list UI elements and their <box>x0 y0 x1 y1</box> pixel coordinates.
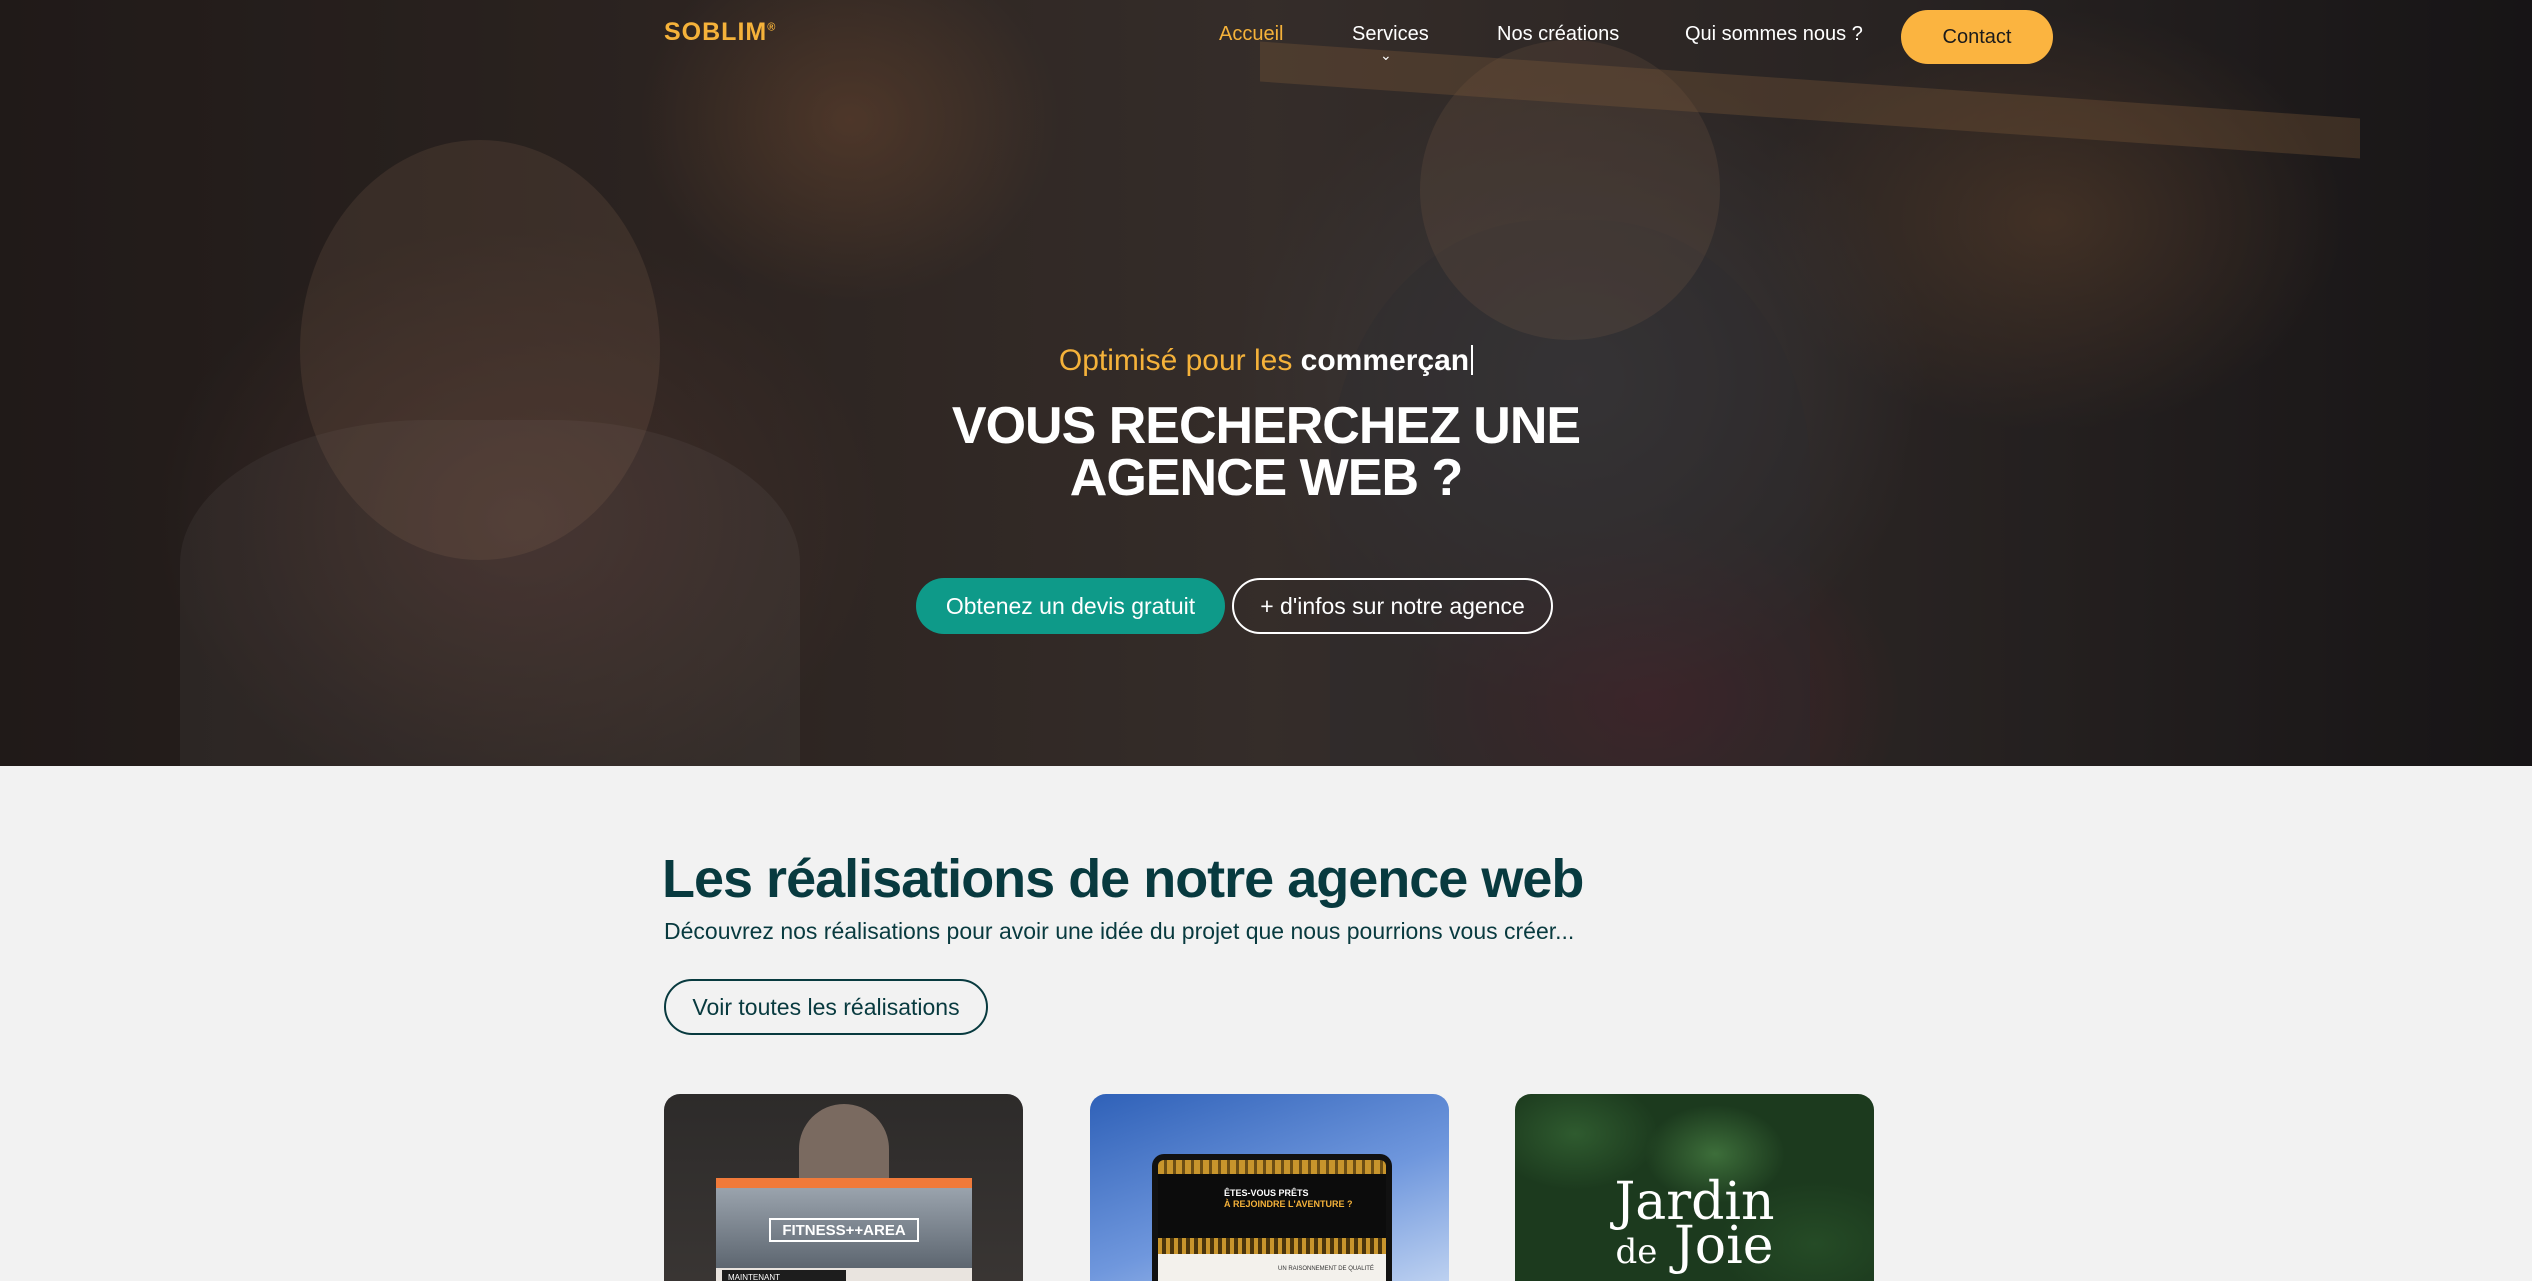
view-all-realisations-button[interactable]: Voir toutes les réalisations <box>664 979 988 1035</box>
hero-section <box>0 0 2532 766</box>
nav-item-services[interactable]: Services ⌄ <box>1352 23 1429 63</box>
card-logo-line2: de <box>1615 1232 1658 1272</box>
nav-item-services-label: Services <box>1352 23 1429 45</box>
card-image-tablet: ÊTES-VOUS PRÊTS À REJOINDRE L'AVENTURE ?… <box>1152 1154 1392 1281</box>
nav-item-qui-sommes-nous[interactable]: Qui sommes nous ? <box>1685 23 1863 46</box>
card-image-line1: ÊTES-VOUS PRÊTS <box>1224 1188 1309 1198</box>
nav-item-nos-creations[interactable]: Nos créations <box>1497 23 1619 46</box>
site-logo[interactable]: SOBLIM® <box>664 18 776 47</box>
realisation-card-fitness[interactable]: FITNESS++AREA MAINTENANT <box>664 1094 1023 1281</box>
card-image-small-text: UN RAISONNEMENT DE QUALITÉ <box>1278 1266 1374 1272</box>
agency-info-button[interactable]: + d'infos sur notre agence <box>1232 578 1553 634</box>
card-image-text: MAINTENANT <box>722 1270 846 1281</box>
realisation-card-aventure[interactable]: ÊTES-VOUS PRÊTS À REJOINDRE L'AVENTURE ?… <box>1090 1094 1449 1281</box>
card-logo-line3: Joie <box>1673 1216 1774 1276</box>
contact-button[interactable]: Contact <box>1901 10 2053 64</box>
hero-headline: VOUS RECHERCHEZ UNE AGENCE WEB ? <box>0 400 2532 504</box>
hero-tagline-prefix: Optimisé pour les <box>1058 344 1293 377</box>
hero-headline-line1: VOUS RECHERCHEZ UNE <box>951 397 1581 455</box>
card-image-logo: FITNESS++AREA <box>769 1218 919 1242</box>
typing-caret <box>1471 345 1474 375</box>
section-title: Les réalisations de notre agence web <box>662 849 1584 909</box>
hero-overlay <box>0 0 2532 766</box>
card-image-headline: ÊTES-VOUS PRÊTS À REJOINDRE L'AVENTURE ? <box>1224 1188 1352 1210</box>
card-image-logo-text: Jardin de Joie <box>1515 1176 1874 1276</box>
free-quote-button[interactable]: Obtenez un devis gratuit <box>916 578 1225 634</box>
card-image-screen: ÊTES-VOUS PRÊTS À REJOINDRE L'AVENTURE ?… <box>1158 1160 1386 1281</box>
logo-text: SOBLIM <box>664 18 768 46</box>
logo-registered-mark: ® <box>767 21 777 34</box>
hero-headline-line2: AGENCE WEB ? <box>1069 449 1463 507</box>
hero-tagline-typed: commerçan <box>1300 344 1470 377</box>
card-image-pattern <box>1158 1238 1386 1254</box>
realisation-card-jardin-de-joie[interactable]: Jardin de Joie <box>1515 1094 1874 1281</box>
card-image-line2: À REJOINDRE L'AVENTURE ? <box>1224 1199 1353 1209</box>
nav-item-accueil[interactable]: Accueil <box>1219 23 1283 46</box>
card-image-pattern <box>1158 1160 1386 1174</box>
chevron-down-icon: ⌄ <box>1380 47 1392 63</box>
section-subtitle: Découvrez nos réalisations pour avoir un… <box>664 918 1575 944</box>
top-navigation: SOBLIM® Accueil Services ⌄ Nos créations… <box>0 0 2532 72</box>
hero-tagline: Optimisé pour les commerçan <box>0 344 2532 378</box>
